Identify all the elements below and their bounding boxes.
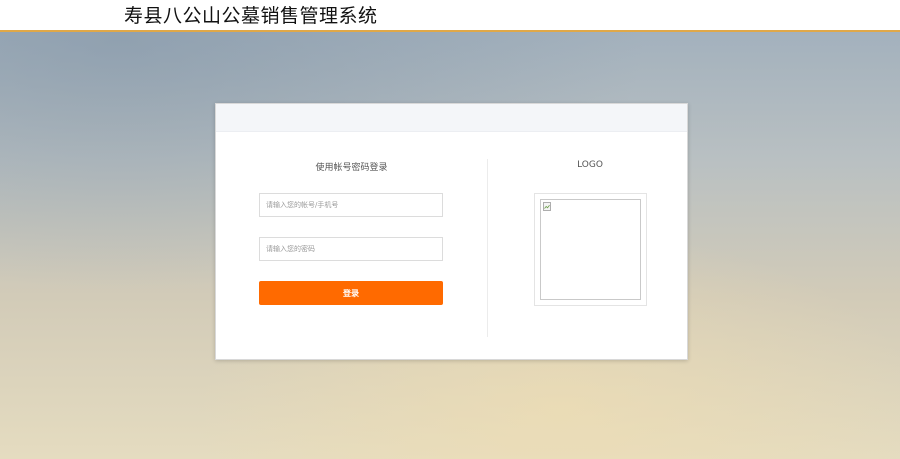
logo-frame (534, 193, 647, 306)
broken-image-icon (543, 202, 551, 211)
site-title: 寿县八公山公墓销售管理系统 (124, 5, 378, 27)
login-page: 寿县八公山公墓销售管理系统 使用帐号密码登录 登录 LOGO (0, 0, 900, 459)
logo-title: LOGO (577, 160, 603, 170)
account-input[interactable] (259, 193, 443, 217)
top-bar: 寿县八公山公墓销售管理系统 (0, 0, 900, 32)
divider (487, 159, 488, 337)
login-title: 使用帐号密码登录 (315, 163, 388, 173)
login-button[interactable]: 登录 (259, 281, 443, 305)
card-header (216, 104, 687, 132)
logo-image (540, 199, 641, 300)
login-card: 使用帐号密码登录 登录 LOGO (215, 103, 688, 360)
password-input[interactable] (259, 237, 443, 261)
